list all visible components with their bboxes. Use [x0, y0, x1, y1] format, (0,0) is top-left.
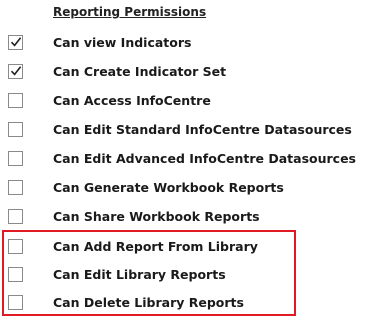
checkbox-generate-workbook-reports[interactable]	[8, 180, 23, 195]
checkbox-edit-library-reports[interactable]	[8, 267, 23, 282]
section-title: Reporting Permissions	[53, 5, 207, 19]
permission-label: Can Delete Library Reports	[53, 295, 244, 310]
permission-row-delete-library-reports: Can Delete Library Reports	[0, 289, 371, 317]
permission-label: Can Create Indicator Set	[53, 64, 227, 79]
checkbox-add-report-from-library[interactable]	[8, 239, 23, 254]
checkbox-share-workbook-reports[interactable]	[8, 209, 23, 224]
checkbox-view-indicators[interactable]	[8, 35, 23, 50]
permission-label: Can Add Report From Library	[53, 239, 258, 254]
permission-row-create-indicator-set: Can Create Indicator Set	[0, 58, 371, 86]
checkmark-icon	[10, 37, 22, 47]
permission-row-view-indicators: Can view Indicators	[0, 29, 371, 57]
checkmark-icon	[10, 66, 22, 76]
permission-row-share-workbook-reports: Can Share Workbook Reports	[0, 203, 371, 231]
permission-label: Can view Indicators	[53, 35, 192, 50]
permission-row-edit-library-reports: Can Edit Library Reports	[0, 261, 371, 289]
checkbox-edit-advanced-datasources[interactable]	[8, 151, 23, 166]
permission-label: Can Access InfoCentre	[53, 93, 211, 108]
permission-row-add-report-from-library: Can Add Report From Library	[0, 233, 371, 261]
permission-label: Can Edit Library Reports	[53, 267, 226, 282]
checkbox-access-infocentre[interactable]	[8, 93, 23, 108]
permission-label: Can Edit Standard InfoCentre Datasources	[53, 122, 352, 137]
permission-row-generate-workbook-reports: Can Generate Workbook Reports	[0, 174, 371, 202]
permission-label: Can Edit Advanced InfoCentre Datasources	[53, 151, 356, 166]
reporting-permissions-panel: Reporting Permissions Can view Indicator…	[0, 0, 371, 319]
checkbox-edit-standard-datasources[interactable]	[8, 122, 23, 137]
permission-row-edit-standard-datasources: Can Edit Standard InfoCentre Datasources	[0, 116, 371, 144]
permission-row-access-infocentre: Can Access InfoCentre	[0, 87, 371, 115]
permission-label: Can Share Workbook Reports	[53, 209, 260, 224]
permission-label: Can Generate Workbook Reports	[53, 180, 284, 195]
checkbox-delete-library-reports[interactable]	[8, 295, 23, 310]
checkbox-create-indicator-set[interactable]	[8, 64, 23, 79]
permission-row-edit-advanced-datasources: Can Edit Advanced InfoCentre Datasources	[0, 145, 371, 173]
